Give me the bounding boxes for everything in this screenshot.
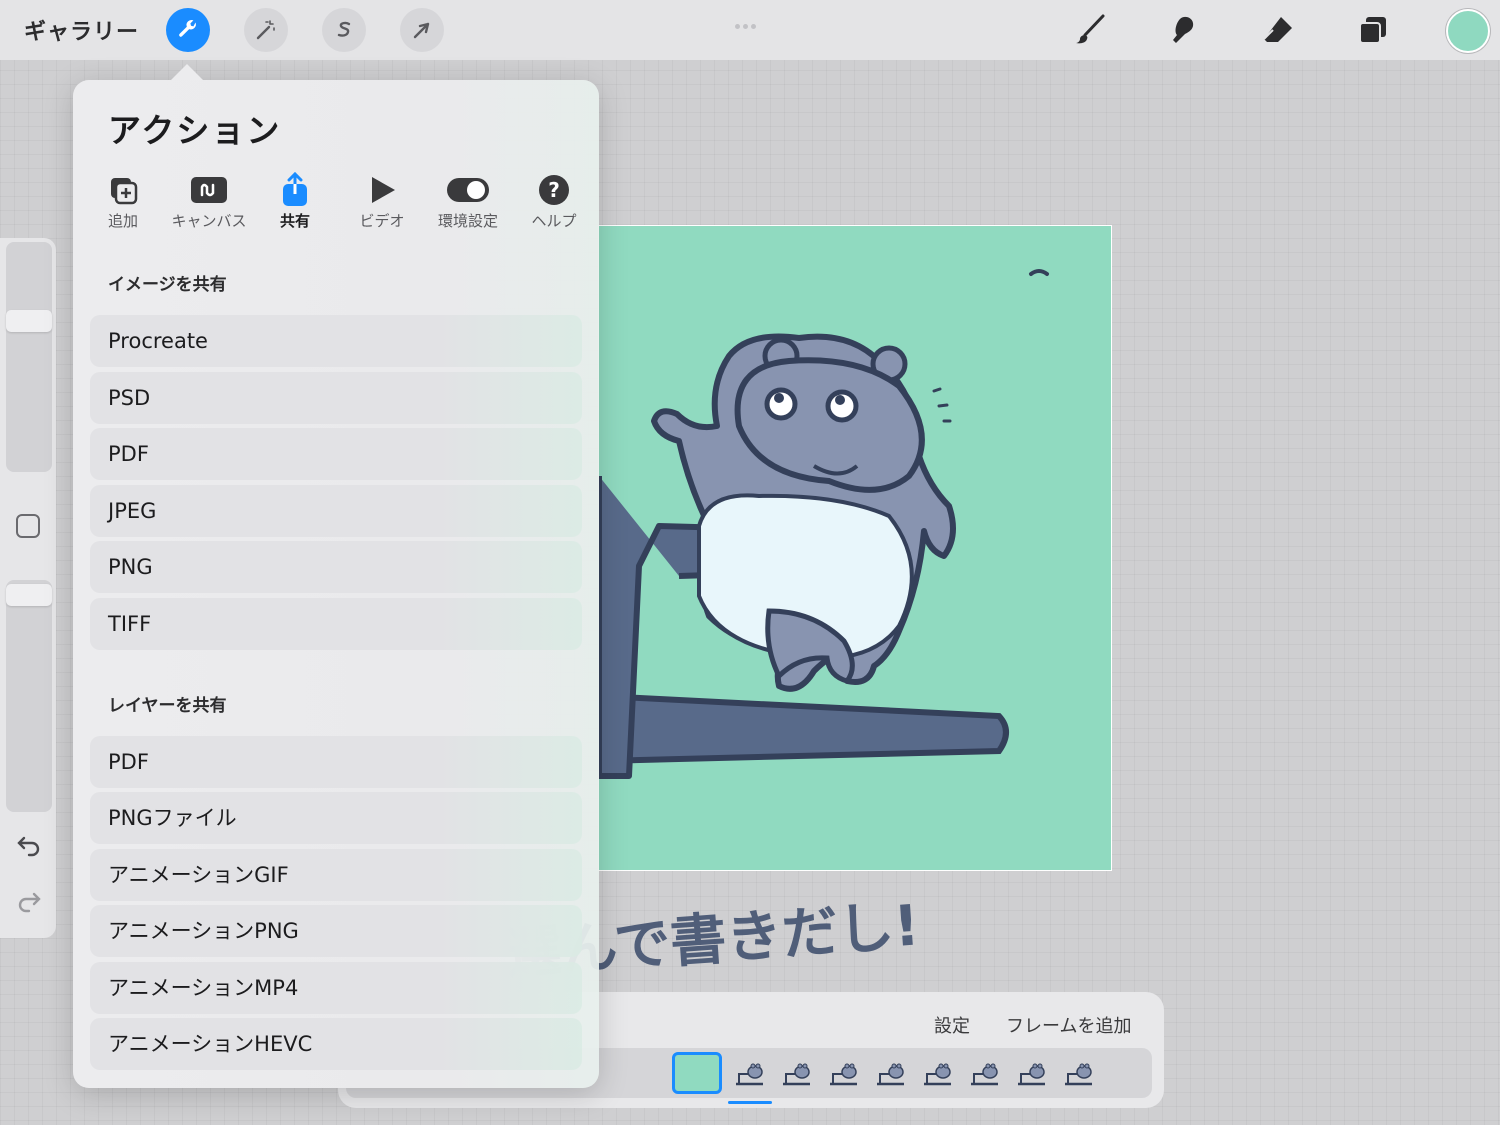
frame-thumbnail[interactable] [827,1058,861,1090]
add-frame-button[interactable]: フレームを追加 [1006,1012,1131,1038]
share-layers-item[interactable]: アニメーションPNG [90,905,582,957]
frame-thumbnail[interactable] [1062,1058,1096,1090]
frame-thumbnail[interactable] [921,1058,955,1090]
tab-canvas-label: キャンバス [171,212,247,230]
share-image-item[interactable]: Procreate [90,315,582,367]
magic-wand-icon [256,20,275,40]
popover-arrow [171,64,203,80]
share-image-heading: イメージを共有 [108,275,227,295]
tab-share[interactable]: 共有 [250,170,340,231]
undo-icon[interactable] [14,830,44,860]
opacity-knob[interactable] [6,584,52,606]
top-toolbar: ギャラリー [0,0,1500,60]
frame-thumbnail[interactable] [733,1058,767,1090]
popover-title: アクション [108,111,282,150]
share-layers-item[interactable]: PNGファイル [90,792,582,844]
left-sidebar [0,238,56,938]
frame-thumbnail[interactable] [1015,1058,1049,1090]
tab-add[interactable]: 追加 [78,170,168,231]
opacity-slider[interactable] [6,580,52,812]
tapir-illustration [599,269,1049,779]
frame-thumbnail-selected[interactable] [672,1052,722,1094]
tab-canvas[interactable]: キャンバス [164,170,254,231]
gallery-button[interactable]: ギャラリー [24,14,139,46]
smudge-icon [1173,16,1194,43]
share-icon [283,172,307,206]
share-image-item[interactable]: JPEG [90,485,582,537]
share-layers-item[interactable]: アニメーションMP4 [90,962,582,1014]
eraser-tool[interactable] [1258,10,1298,50]
frame-thumbnail[interactable] [780,1058,814,1090]
actions-popover: アクション 追加 キャンバス 共有 ビデオ 環境設定 ? ヘルプ イメージを共有… [73,64,599,1088]
actions-wrench-button[interactable] [166,8,210,52]
share-image-item[interactable]: PDF [90,428,582,480]
help-icon: ? [539,175,569,205]
eyedropper-button[interactable] [16,514,40,538]
svg-text:?: ? [548,178,560,202]
share-layers-item[interactable]: アニメーションGIF [90,849,582,901]
tab-video[interactable]: ビデオ [337,170,427,231]
share-image-item[interactable]: PNG [90,541,582,593]
canvas-icon [191,177,227,203]
brush-size-knob[interactable] [6,310,52,332]
grab-handle[interactable] [735,14,765,29]
canvas-artwork[interactable] [598,225,1112,871]
share-image-item[interactable]: TIFF [90,598,582,650]
brush-size-slider[interactable] [6,242,52,472]
add-icon [111,178,138,205]
share-layers-heading: レイヤーを共有 [108,696,227,716]
brush-icon [1076,14,1105,44]
tab-preferences[interactable]: 環境設定 [423,170,513,231]
adjustments-button[interactable] [244,8,288,52]
tab-preferences-label: 環境設定 [437,212,498,230]
layers-tool[interactable] [1353,10,1393,50]
frame-thumbnail[interactable] [874,1058,908,1090]
tab-video-label: ビデオ [359,212,405,230]
brush-tool[interactable] [1070,10,1110,50]
frame-thumbnail[interactable] [968,1058,1002,1090]
share-layers-item[interactable]: アニメーションHEVC [90,1018,582,1070]
smudge-tool[interactable] [1163,10,1203,50]
share-image-item[interactable]: PSD [90,372,582,424]
transform-button[interactable] [400,8,444,52]
selection-button[interactable] [322,8,366,52]
video-play-icon [372,177,395,203]
toggle-icon [447,178,489,202]
animation-settings-button[interactable]: 設定 [934,1012,970,1038]
redo-icon[interactable] [14,886,44,916]
share-layers-item[interactable]: PDF [90,736,582,788]
tab-help[interactable]: ? ヘルプ [509,170,599,231]
tab-share-label: 共有 [279,212,310,230]
frame-playhead [728,1101,772,1104]
eraser-icon [1263,17,1292,42]
tab-add-label: 追加 [107,212,138,230]
tab-help-label: ヘルプ [531,212,577,230]
selection-s-icon [337,21,351,37]
layers-icon [1359,17,1386,44]
transform-arrow-icon [413,22,430,39]
color-picker[interactable] [1446,9,1490,53]
wrench-icon [179,20,196,37]
